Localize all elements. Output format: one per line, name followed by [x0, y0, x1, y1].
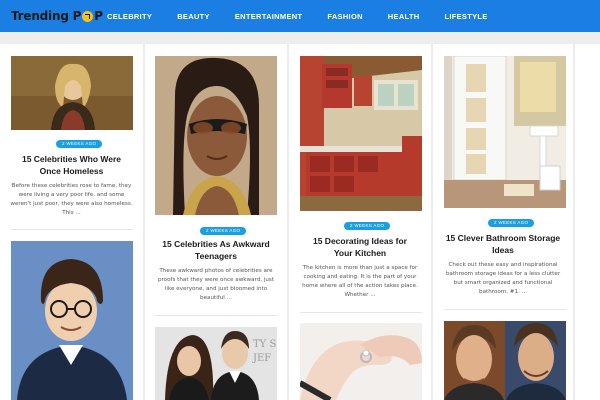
time-badge: 2 WEEKS AGO [344, 222, 391, 230]
excerpt-line: but smart organized and functional [453, 280, 553, 286]
excerpt-line: Before these celebrities rose to fame, t… [11, 183, 132, 189]
excerpt-line: The kitchen is more than just a space fo… [302, 265, 418, 271]
article-excerpt: The kitchen is more than just a space fo… [293, 264, 427, 300]
excerpt-line: Check out these easy and inspirational [448, 262, 558, 268]
svg-text:TY S: TY S [253, 339, 276, 350]
time-badge: 2 WEEKS AGO [200, 227, 247, 235]
excerpt-line: were living a very poor life, and some [18, 192, 125, 198]
title-line: 15 Celebrities As Awkward [162, 239, 270, 249]
card-divider [155, 315, 277, 316]
article-image-actor-faces[interactable] [444, 321, 566, 400]
card-divider [444, 309, 566, 310]
excerpt-line: home where all of the action takes place… [302, 283, 418, 289]
article-title[interactable]: 15 Decorating Ideas for Your Kitchen [289, 235, 431, 259]
article-image-kitchen[interactable] [300, 56, 422, 211]
title-line: Your Kitchen [333, 248, 387, 258]
article-excerpt: These awkward photos of celebrities are … [149, 267, 283, 303]
title-line: Ideas [492, 245, 514, 255]
excerpt-line: Whether ... [344, 292, 376, 298]
article-image-homeless[interactable] [11, 56, 133, 130]
nav-item-beauty[interactable]: BEAUTY [177, 12, 210, 21]
article-excerpt: Check out these easy and inspirational b… [437, 261, 569, 297]
excerpt-line: bathroom storage ideas for a less clutte… [445, 271, 561, 277]
article-excerpt: Before these celebrities rose to fame, t… [4, 182, 139, 218]
title-line: Once Homeless [39, 166, 104, 176]
logo-suffix: P [94, 9, 104, 23]
excerpt-line: These awkward photos of celebrities are [159, 268, 273, 274]
nav-item-fashion[interactable]: FASHION [327, 12, 362, 21]
logo-arrow-icon [82, 10, 94, 22]
article-title[interactable]: 15 Clever Bathroom Storage Ideas [433, 232, 573, 256]
article-title[interactable]: 15 Celebrities Who Were Once Homeless [0, 153, 143, 177]
excerpt-line: beautiful ... [200, 295, 232, 301]
nav-item-celebrity[interactable]: CELEBRITY [107, 12, 152, 21]
card-divider [300, 312, 422, 313]
time-badge: 2 WEEKS AGO [488, 219, 535, 227]
excerpt-line: cooking and eating. It is the part of yo… [303, 274, 417, 280]
article-image-couple[interactable]: TY S JEF [155, 327, 277, 400]
title-line: 15 Celebrities Who Were [21, 154, 122, 164]
title-line: 15 Decorating Ideas for [312, 236, 407, 246]
article-image-bathroom[interactable] [444, 56, 566, 208]
article-title[interactable]: 15 Celebrities As Awkward Teenagers [145, 238, 287, 262]
excerpt-line: proofs that they were once awkward, just [157, 277, 275, 283]
card-divider [11, 229, 133, 230]
excerpt-line: bathroom. #1. ... [479, 289, 527, 295]
feed-column-5 [575, 44, 600, 400]
article-image-young-actor[interactable] [11, 241, 133, 400]
time-badge: 2 WEEKS AGO [56, 140, 103, 148]
article-image-awkward-teen[interactable] [155, 56, 277, 215]
site-header: Trending P P CELEBRITY BEAUTY ENTERTAINM… [0, 0, 600, 32]
excerpt-line: like everyone, and just bloomed into [164, 286, 268, 292]
svg-text:JEF: JEF [252, 353, 271, 364]
excerpt-line: This ... [62, 210, 81, 216]
article-image-hands[interactable] [300, 323, 422, 400]
title-line: 15 Clever Bathroom Storage [445, 233, 561, 243]
excerpt-line: weren't just poor, they were also homele… [10, 201, 133, 207]
nav-item-lifestyle[interactable]: LIFESTYLE [444, 12, 487, 21]
main-nav: CELEBRITY BEAUTY ENTERTAINMENT FASHION H… [107, 0, 513, 32]
title-line: Teenagers [195, 251, 237, 261]
nav-item-health[interactable]: HEALTH [388, 12, 420, 21]
nav-item-entertainment[interactable]: ENTERTAINMENT [235, 12, 303, 21]
logo-text: Trending P [11, 9, 82, 23]
site-logo[interactable]: Trending P P [11, 6, 103, 26]
